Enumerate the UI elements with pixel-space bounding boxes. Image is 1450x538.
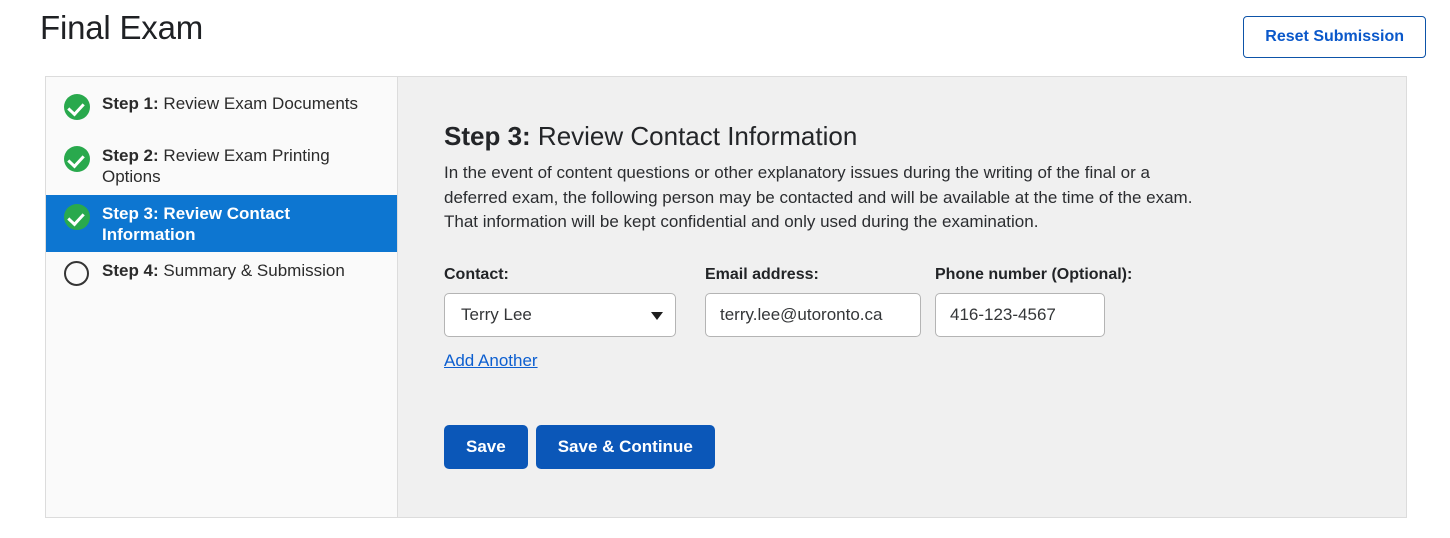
check-circle-icon: [64, 146, 90, 172]
page-title: Final Exam: [40, 9, 204, 46]
sidebar-item-label: Step 3: Review Contact Information: [102, 202, 385, 246]
contact-form-row: Contact: Terry Lee Email address: Phone …: [444, 266, 1366, 338]
check-circle-icon: [64, 203, 90, 230]
save-and-continue-button[interactable]: Save & Continue: [535, 425, 715, 470]
step-label: Summary & Submission: [158, 261, 345, 280]
phone-input[interactable]: [935, 293, 1105, 338]
sidebar-item-label: Step 2: Review Exam Printing Options: [102, 144, 385, 188]
phone-label: Phone number (Optional):: [935, 266, 1133, 284]
contact-select[interactable]: Terry Lee: [444, 293, 676, 338]
contact-field: Contact: Terry Lee: [444, 266, 676, 338]
form-actions: Save Save & Continue: [444, 425, 1366, 470]
email-field-group: Email address:: [705, 266, 921, 338]
sidebar-item-step-2[interactable]: Step 2: Review Exam Printing Options: [46, 137, 397, 195]
step-content: Step 3: Review Contact Information In th…: [398, 77, 1406, 517]
step-number: Step 2:: [102, 146, 159, 165]
phone-field-group: Phone number (Optional):: [935, 266, 1133, 338]
sidebar-item-step-1[interactable]: Step 1: Review Exam Documents: [46, 85, 397, 137]
step-number: Step 4:: [102, 261, 159, 280]
step-number: Step 3:: [102, 203, 159, 223]
email-label: Email address:: [705, 266, 819, 284]
step-label: Review Exam Documents: [158, 94, 359, 113]
sidebar-item-step-4[interactable]: Step 4: Summary & Submission: [46, 252, 397, 304]
content-title-label: Review Contact Information: [530, 121, 858, 151]
contact-select-wrap: Terry Lee: [444, 293, 676, 338]
empty-circle-icon: [64, 261, 90, 287]
page-header: Final Exam Reset Submission: [0, 0, 1450, 76]
step-number: Step 1:: [102, 94, 159, 113]
contact-label: Contact:: [444, 266, 509, 284]
sidebar-item-step-3[interactable]: Step 3: Review Contact Information: [46, 194, 397, 252]
steps-sidebar: Step 1: Review Exam Documents Step 2: Re…: [46, 77, 398, 517]
add-another-link[interactable]: Add Another: [444, 351, 538, 371]
email-input[interactable]: [705, 293, 921, 338]
save-button[interactable]: Save: [444, 425, 528, 470]
reset-submission-button[interactable]: Reset Submission: [1243, 16, 1426, 58]
sidebar-item-label: Step 4: Summary & Submission: [102, 259, 345, 281]
content-title-number: Step 3:: [444, 121, 531, 151]
check-circle-icon: [64, 94, 90, 120]
sidebar-item-label: Step 1: Review Exam Documents: [102, 92, 358, 114]
wizard-panel: Step 1: Review Exam Documents Step 2: Re…: [45, 76, 1407, 518]
content-title: Step 3: Review Contact Information: [444, 121, 1366, 152]
content-description: In the event of content questions or oth…: [444, 163, 1193, 232]
